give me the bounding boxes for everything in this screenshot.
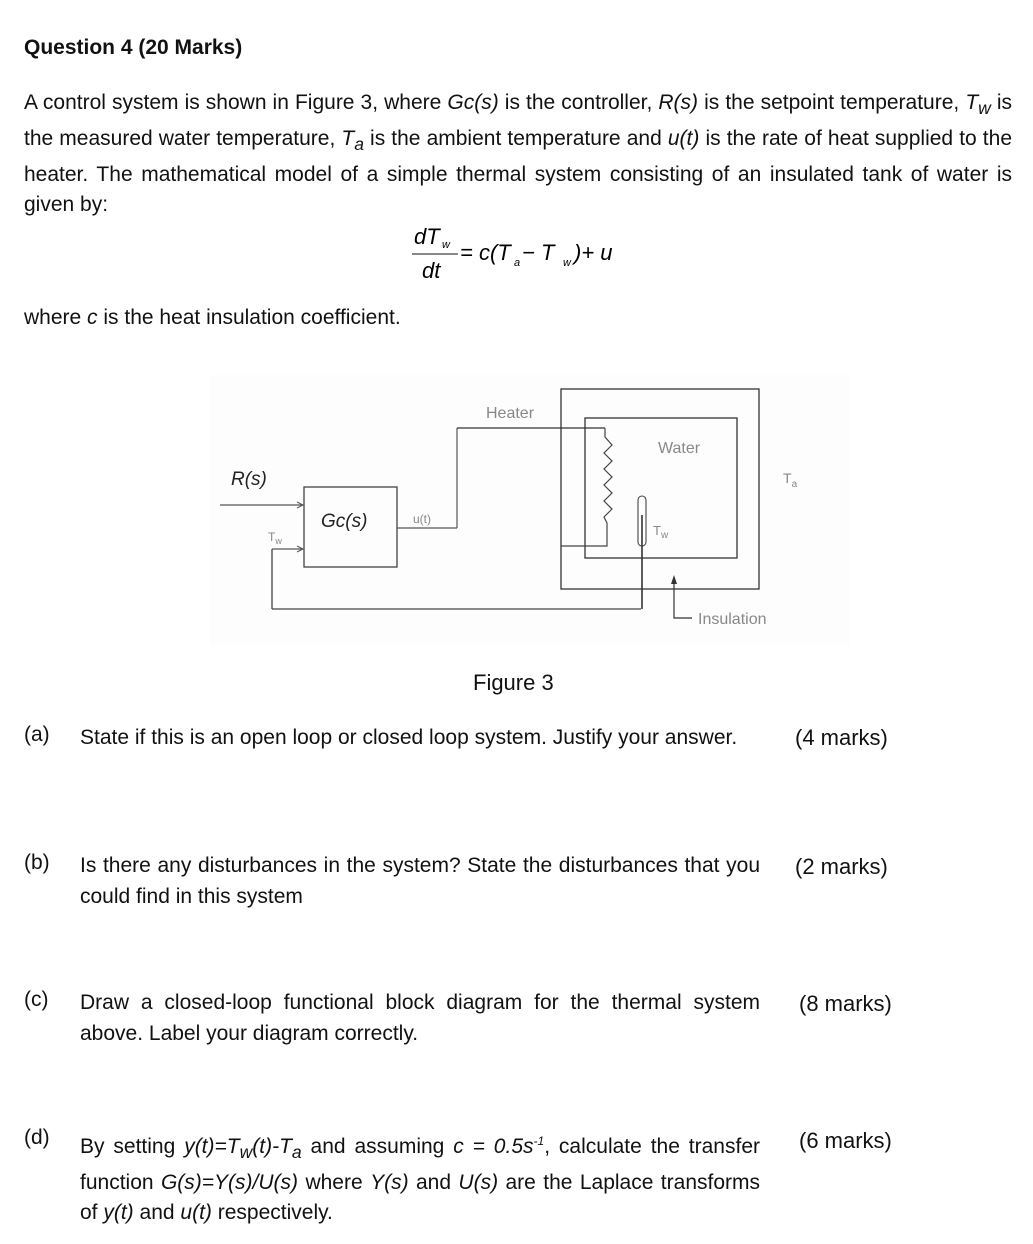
question-d-text: By setting y(t)=Tw(t)-Ta and assuming c … (80, 1134, 760, 1225)
question-a-text: State if this is an open loop or closed … (80, 726, 738, 749)
water-temp-symbol: Tw (965, 91, 991, 119)
eq-rhs-end: )+ u (571, 240, 613, 265)
question-c-label: (c) (24, 988, 49, 1011)
ambient-temp-symbol: Ta (341, 126, 364, 154)
question-b-label: (b) (24, 851, 50, 874)
insulation-label: Insulation (698, 611, 767, 628)
heat-rate-symbol: u(t) (667, 126, 700, 150)
transfer-function: G(s)=Y(s)/U(s) (160, 1170, 299, 1194)
question-a-label: (a) (24, 723, 50, 746)
coefficient-note: where c is the heat insulation coefficie… (24, 306, 401, 329)
gc-label: Gc(s) (321, 511, 367, 532)
rs-label: R(s) (231, 469, 267, 490)
differential-equation: dT w dt = c(T a − T w )+ u (412, 224, 613, 283)
eq-rhs: = c(T (460, 240, 512, 265)
eq-numerator-sub: w (442, 239, 451, 251)
heater-label: Heater (486, 405, 535, 422)
intro-paragraph: A control system is shown in Figure 3, w… (24, 88, 1012, 221)
question-b-marks: (2 marks) (795, 854, 888, 879)
y-definition: y(t)=Tw(t)-Ta (184, 1135, 302, 1163)
question-c-text: Draw a closed-loop functional block diag… (80, 991, 760, 1045)
setpoint-symbol: R(s) (658, 91, 699, 114)
question-d-marks: (6 marks) (799, 1128, 892, 1153)
question-title: Question 4 (20 Marks) (24, 36, 243, 59)
eq-numerator: dT (414, 224, 441, 249)
water-label: Water (658, 440, 701, 457)
eq-rhs-sub-w: w (563, 257, 572, 269)
figure-caption: Figure 3 (473, 670, 554, 695)
intro-text: is the setpoint temperature, (698, 91, 966, 114)
intro-text: A control system is shown in Figure 3, w… (24, 91, 448, 114)
eq-rhs-mid: − T (522, 240, 556, 265)
question-c-marks: (8 marks) (799, 991, 892, 1016)
coefficient-symbol: c (87, 306, 98, 329)
intro-text: is the ambient temperature and (363, 126, 668, 150)
question-a-marks: (4 marks) (795, 725, 888, 750)
controller-symbol: Gc(s) (447, 91, 499, 114)
question-b-text: Is there any disturbances in the system?… (80, 854, 760, 908)
eq-denominator: dt (422, 258, 441, 283)
intro-text: is the controller, (498, 91, 659, 114)
figure-3-diagram: R(s) Gc(s) Tw u(t) Heater Water Tw Ta In… (210, 375, 850, 645)
eq-rhs-sub-a: a (514, 257, 520, 269)
question-d-label: (d) (24, 1126, 50, 1149)
ut-label: u(t) (413, 512, 431, 526)
c-value: c = 0.5s-1 (453, 1134, 545, 1158)
